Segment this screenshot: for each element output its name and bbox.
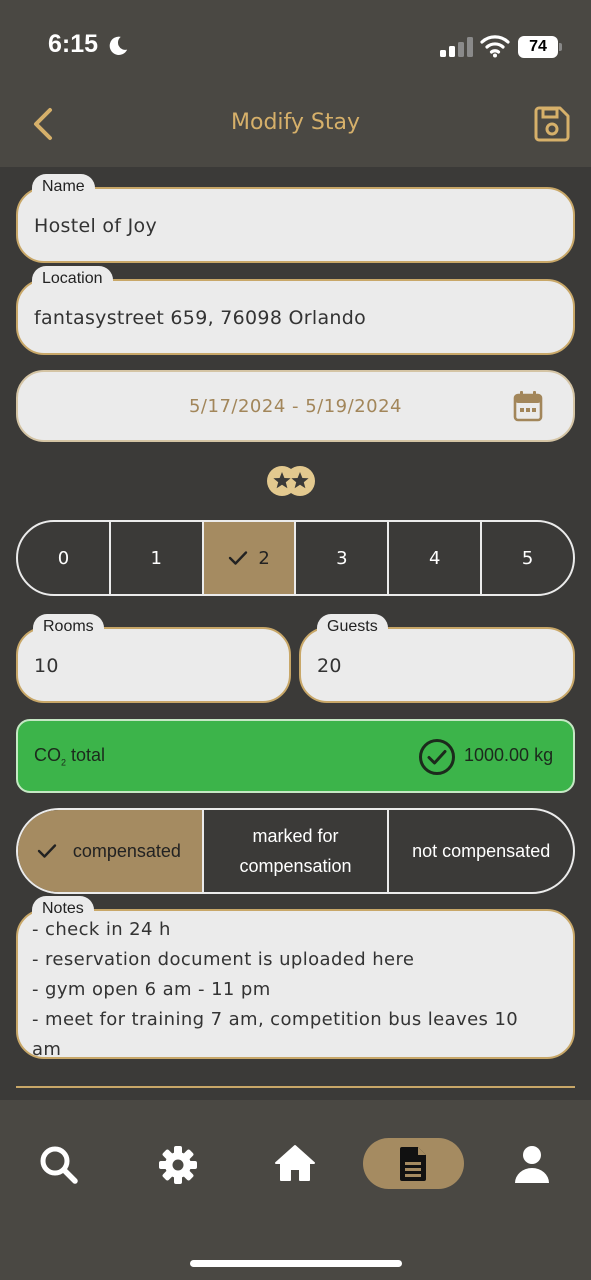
guests-input-value: 20: [317, 655, 342, 677]
star-option-2[interactable]: 2: [203, 522, 297, 594]
stars-icon: [267, 466, 315, 496]
moon-icon: [109, 36, 128, 55]
name-label: Name: [32, 174, 95, 200]
notes-field[interactable]: - check in 24 h - reservation document i…: [16, 909, 575, 1059]
compensation-selector[interactable]: compensated marked for compensation not …: [16, 808, 575, 894]
compensation-option-compensated[interactable]: compensated: [18, 810, 204, 892]
battery-indicator: 74: [518, 36, 562, 58]
star-option-label: 3: [336, 547, 348, 569]
star-option-label: 1: [150, 547, 162, 569]
check-icon: [229, 551, 248, 565]
star-rating-selector[interactable]: 0 1 2 3 4 5: [16, 520, 575, 596]
co2-total-label: CO2 total: [34, 745, 105, 768]
battery-tip: [559, 43, 562, 51]
co2-total-panel: CO2 total 1000.00 kg: [16, 719, 575, 793]
battery-level: 74: [518, 36, 558, 58]
cellular-signal-icon: [440, 37, 473, 57]
co2-label-suffix: total: [66, 745, 106, 765]
star-option-0[interactable]: 0: [18, 522, 111, 594]
notes-line: - gym open 6 am - 11 pm: [32, 979, 271, 1000]
location-label: Location: [32, 266, 113, 292]
star-option-4[interactable]: 4: [389, 522, 483, 594]
notes-line: - check in 24 h: [32, 919, 171, 940]
page-title: Modify Stay: [231, 110, 360, 135]
top-bar: 6:15 74 Modify Stay: [0, 0, 591, 167]
name-field[interactable]: Hostel of Joy: [16, 187, 575, 263]
compensation-option-label: compensated: [72, 841, 181, 861]
compensation-option-not-compensated[interactable]: not compensated: [389, 810, 573, 892]
co2-label-text: CO: [34, 745, 61, 765]
status-time: 6:15: [48, 30, 99, 58]
star-option-label: 4: [429, 547, 441, 569]
divider: [16, 1086, 575, 1088]
name-input-value: Hostel of Joy: [34, 215, 157, 237]
star-option-1[interactable]: 1: [111, 522, 204, 594]
notes-line: - meet for training 7 am, competition bu…: [32, 1009, 519, 1059]
notes-label: Notes: [32, 896, 94, 918]
star-option-label: 0: [57, 547, 70, 569]
rooms-input-value: 10: [34, 655, 59, 677]
star-option-label: 2: [258, 547, 270, 569]
compensation-option-label: not compensated: [412, 841, 551, 861]
date-range-field[interactable]: 5/17/2024 - 5/19/2024: [16, 370, 575, 442]
user-icon[interactable]: [511, 1143, 553, 1185]
check-circle-icon: [419, 739, 455, 775]
location-input-value: fantasystreet 659, 76098 Orlando: [34, 307, 367, 329]
compensation-option-marked[interactable]: marked for compensation: [204, 810, 390, 892]
calendar-icon[interactable]: [513, 390, 543, 422]
star-option-5[interactable]: 5: [482, 522, 573, 594]
save-button[interactable]: [533, 105, 571, 143]
wifi-icon: [480, 35, 510, 58]
home-indicator[interactable]: [190, 1260, 402, 1267]
gear-icon[interactable]: [157, 1144, 199, 1186]
home-icon[interactable]: [274, 1142, 316, 1184]
bottom-nav: [0, 1100, 591, 1280]
notes-line: - reservation document is uploaded here: [32, 949, 415, 970]
co2-total-value: 1000.00 kg: [464, 745, 554, 765]
guests-label: Guests: [317, 614, 388, 640]
rooms-label: Rooms: [33, 614, 104, 640]
search-icon[interactable]: [38, 1144, 80, 1186]
notes-text: - check in 24 h - reservation document i…: [32, 915, 553, 1059]
check-icon: [37, 844, 57, 858]
date-range-value: 5/17/2024 - 5/19/2024: [188, 396, 403, 417]
compensation-option-label: marked for compensation: [239, 826, 352, 876]
document-icon[interactable]: [393, 1143, 435, 1185]
star-option-label: 5: [521, 547, 534, 569]
star-option-3[interactable]: 3: [296, 522, 390, 594]
